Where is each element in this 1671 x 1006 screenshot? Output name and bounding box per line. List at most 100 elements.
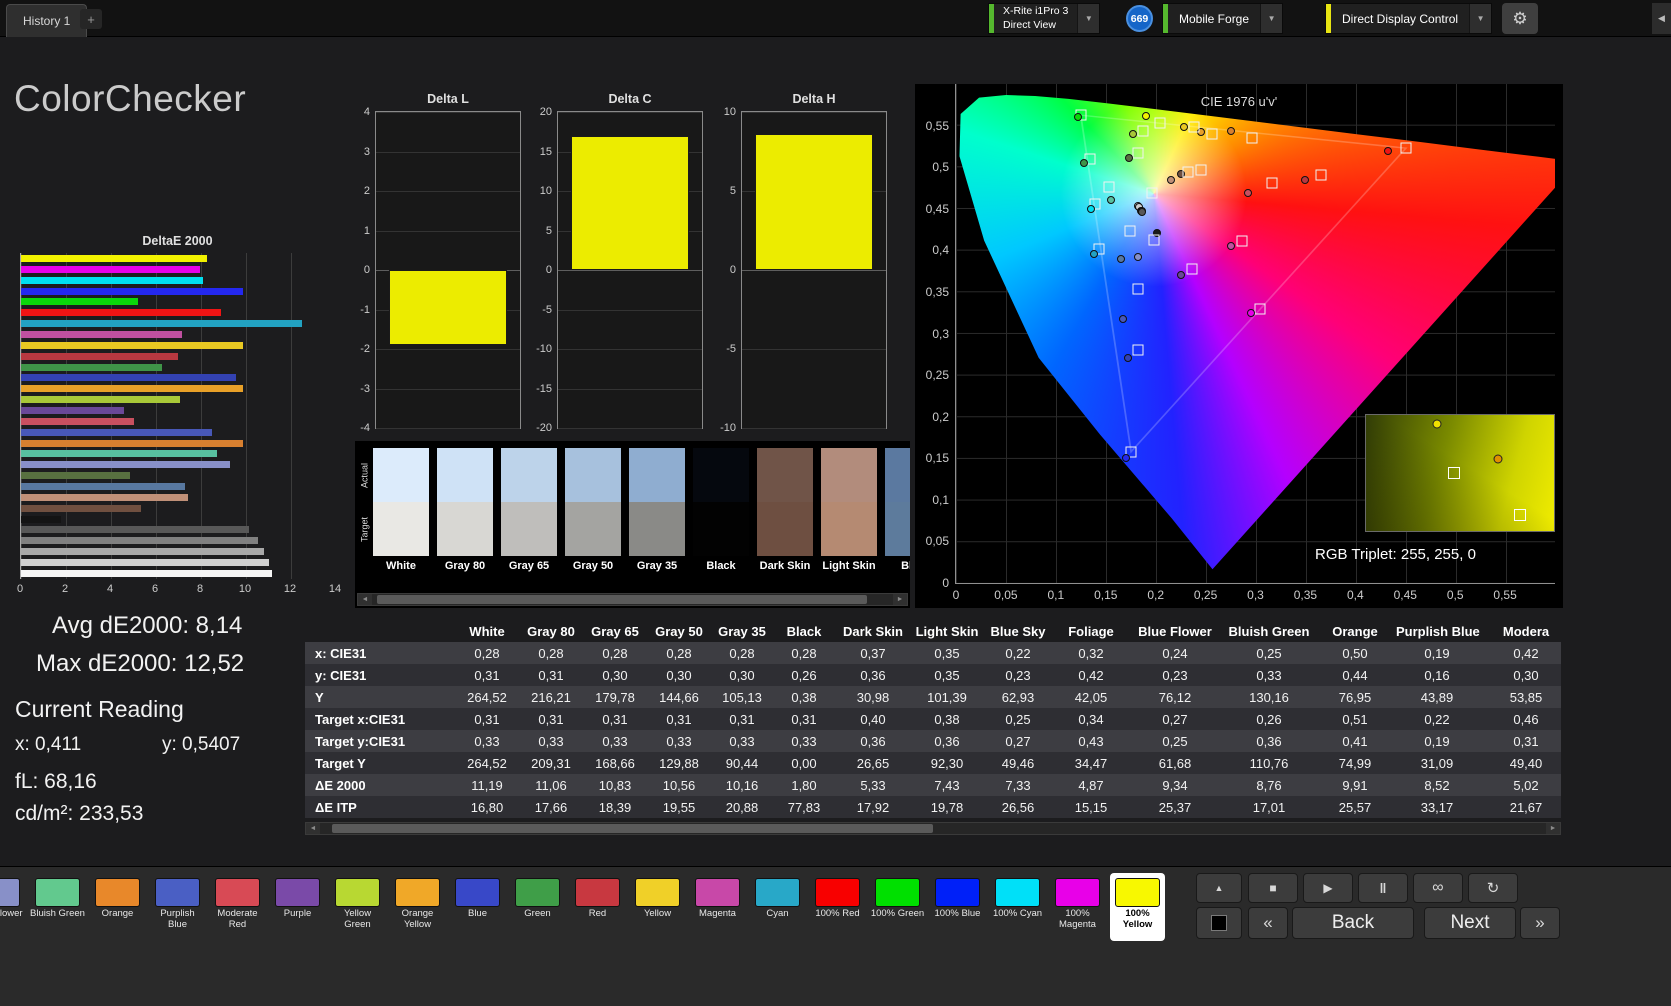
actual-swatch: [757, 448, 813, 502]
patch-button-orange-yellow[interactable]: Orange Yellow: [390, 873, 445, 941]
axis-tick-label: 0: [729, 264, 736, 276]
axis-tick-label: 0: [363, 264, 370, 276]
blank-pattern-button[interactable]: [1196, 907, 1242, 939]
patch-label: Yellow Green: [343, 908, 372, 930]
de-bar-yellow-green: [21, 396, 181, 404]
scroll-left-icon[interactable]: ◄: [306, 823, 320, 834]
patch-button-100-red[interactable]: 100% Red: [810, 873, 865, 941]
scroll-thumb[interactable]: [377, 595, 867, 604]
scroll-up-button[interactable]: ▲: [1196, 873, 1242, 903]
chevron-down-icon[interactable]: ▼: [1260, 4, 1283, 33]
cie-y-tick-label: 0: [942, 576, 949, 590]
axis-tick-label: -2: [360, 343, 370, 355]
delta-bar: [755, 134, 873, 270]
table-cell: 0,16: [1424, 667, 1450, 683]
patch-button-red[interactable]: Red: [570, 873, 625, 941]
chevron-down-icon[interactable]: ▼: [1077, 4, 1100, 33]
pause-button[interactable]: ‖: [1358, 873, 1408, 903]
patch-label: Cyan: [766, 908, 789, 919]
patch-button-100-cyan[interactable]: 100% Cyan: [990, 873, 1045, 941]
patch-swatch: [335, 878, 380, 907]
play-icon: ▶: [1323, 881, 1333, 895]
loop-button[interactable]: ↻: [1468, 873, 1518, 903]
collapse-panel-button[interactable]: ◀: [1652, 3, 1671, 34]
table-row: Target x:CIE31 0,31 0,31 0,31 0,31 0,31 0,31 0,…: [305, 708, 1561, 730]
patch-swatch: [815, 878, 860, 907]
patch-button-magenta[interactable]: Magenta: [690, 873, 745, 941]
patch-button-yellow[interactable]: Yellow: [630, 873, 685, 941]
gridline: [742, 428, 886, 429]
patch-button-bluish-green[interactable]: Bluish Green: [30, 873, 85, 941]
table-cell: 209,31: [531, 755, 571, 771]
play-button[interactable]: ▶: [1303, 873, 1353, 903]
table-cell: 33,17: [1420, 799, 1454, 815]
swatch-scrollbar[interactable]: ◄ ►: [357, 593, 908, 606]
cie-y-tick-label: 0,35: [925, 284, 949, 299]
stop-button[interactable]: ■: [1248, 873, 1298, 903]
table-cell: 0,28: [602, 645, 628, 661]
cie-target-square: [1246, 132, 1257, 144]
patch-button-blue[interactable]: Blue: [450, 873, 505, 941]
patch-button-yellow-green[interactable]: Yellow Green: [330, 873, 385, 941]
back-chevron-button[interactable]: «: [1248, 907, 1288, 939]
table-cell: 0,38: [934, 711, 960, 727]
table-cell: 1,80: [791, 777, 817, 793]
patch-button-moderate-red[interactable]: Moderate Red: [210, 873, 265, 941]
patch-button-cyan[interactable]: Cyan: [750, 873, 805, 941]
table-cell: 92,30: [930, 755, 964, 771]
scroll-left-icon[interactable]: ◄: [358, 594, 372, 605]
table-cell: 0,33: [791, 733, 817, 749]
target-swatch: [565, 502, 621, 556]
next-chevron-button[interactable]: »: [1520, 907, 1560, 939]
table-cell: 11,06: [535, 777, 567, 793]
chevron-down-icon[interactable]: ▼: [1469, 4, 1492, 33]
table-cell: 0,38: [791, 689, 817, 705]
actual-swatch: [565, 448, 621, 502]
next-button[interactable]: Next: [1424, 907, 1516, 939]
scroll-track[interactable]: [372, 594, 893, 605]
swatch-column-dark-skin: Dark Skin: [757, 448, 813, 572]
add-tab-button[interactable]: +: [80, 9, 102, 29]
cie-y-tick-label: 0,3: [932, 326, 949, 341]
pattern-source-dropdown[interactable]: Mobile Forge ▼: [1162, 3, 1284, 34]
back-button[interactable]: Back: [1292, 907, 1414, 939]
patch-button-orange[interactable]: Orange: [90, 873, 145, 941]
scroll-track[interactable]: [320, 823, 1546, 834]
axis-tick-label: -5: [542, 303, 552, 316]
cie-target-square: [1400, 142, 1412, 154]
cie-measured-point: [1089, 250, 1098, 259]
scroll-right-icon[interactable]: ►: [1546, 823, 1560, 834]
plus-icon: +: [87, 11, 95, 27]
meter-dropdown[interactable]: X-Rite i1Pro 3 Direct View ▼: [988, 3, 1101, 34]
scroll-right-icon[interactable]: ►: [893, 594, 907, 605]
deltae-xtick-label: 6: [151, 583, 159, 595]
patch-button-purplish-blue[interactable]: Purplish Blue: [150, 873, 205, 941]
table-row: Target Y 264,52 209,31 168,66 129,88 90,44 0,0…: [305, 752, 1561, 774]
table-cell: 0,25: [1162, 733, 1188, 749]
cie-x-tick-label: 0,05: [994, 588, 1018, 602]
patch-button-100-blue[interactable]: 100% Blue: [930, 873, 985, 941]
tab-history-1[interactable]: History 1: [6, 4, 88, 37]
delta-c-plot: 20 15 10 5 0 -5 -10 -15 -20: [536, 106, 703, 434]
cie-x-tick-label: 0,25: [1193, 588, 1218, 602]
scroll-thumb[interactable]: [332, 824, 933, 833]
table-cell: 0,33: [666, 733, 692, 749]
patch-button-green[interactable]: Green: [510, 873, 565, 941]
table-cell: 0,31: [666, 711, 692, 727]
patch-button-100-magenta[interactable]: 100% Magenta: [1050, 873, 1105, 941]
de-bar-100-green: [21, 298, 138, 306]
de-bar-gray-35: [21, 526, 249, 534]
table-cell: 17,92: [856, 799, 890, 815]
patch-button-100-green[interactable]: 100% Green: [870, 873, 925, 941]
patch-button-100-yellow[interactable]: 100% Yellow: [1110, 873, 1165, 941]
continuous-read-button[interactable]: ∞: [1413, 873, 1463, 903]
patch-button-blue-flower[interactable]: Blue Flower: [0, 873, 25, 941]
deltae-xtick-label: 8: [196, 583, 204, 595]
settings-button[interactable]: ⚙: [1502, 3, 1538, 34]
table-scrollbar[interactable]: ◄ ►: [305, 822, 1561, 835]
table-cell: 49,46: [1001, 755, 1035, 771]
patch-swatch: [1115, 878, 1160, 907]
de-bar-purple: [21, 407, 125, 415]
patch-button-purple[interactable]: Purple: [270, 873, 325, 941]
display-control-dropdown[interactable]: Direct Display Control ▼: [1325, 3, 1493, 34]
